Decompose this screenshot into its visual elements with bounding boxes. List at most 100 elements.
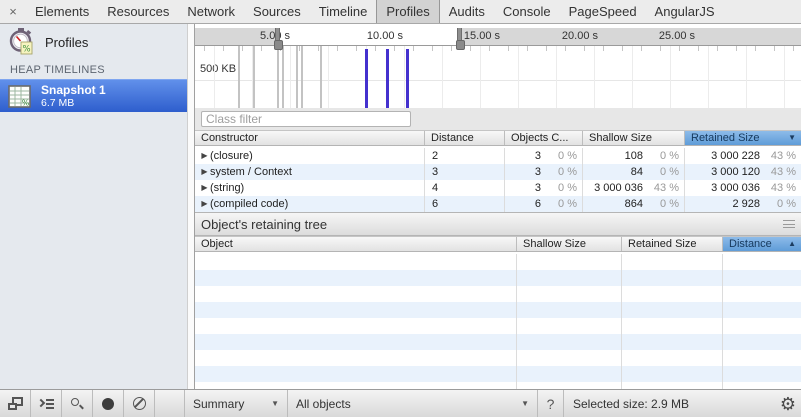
ruler-label-20s: 20.00 s xyxy=(546,30,598,42)
selected-size-status: Selected size: 2.9 MB xyxy=(564,390,801,417)
retaining-tree-empty-row xyxy=(195,302,801,318)
sidebar-item-snapshot-1[interactable]: % Snapshot 1 6.7 MB xyxy=(0,79,187,112)
tab-audits[interactable]: Audits xyxy=(440,0,494,23)
ruler-minor-tick xyxy=(622,46,623,51)
column-header-constructor[interactable]: Constructor xyxy=(195,131,425,145)
ruler-minor-tick xyxy=(679,46,680,51)
record-heap-snapshot-button[interactable] xyxy=(93,390,124,417)
retaining-tree-body xyxy=(195,254,801,389)
tab-console[interactable]: Console xyxy=(494,0,560,23)
sidebar-item-profiles[interactable]: % Profiles xyxy=(0,26,186,58)
allocation-bar-collected xyxy=(320,46,322,108)
tab-resources[interactable]: Resources xyxy=(98,0,178,23)
retaining-tree-section-bar[interactable]: Object's retaining tree xyxy=(195,212,801,236)
tab-network[interactable]: Network xyxy=(178,0,244,23)
ruler-minor-tick xyxy=(698,46,699,51)
tab-pagespeed[interactable]: PageSpeed xyxy=(560,0,646,23)
chart-gridline-vertical xyxy=(442,46,443,108)
tab-elements[interactable]: Elements xyxy=(26,0,98,23)
retaining-tree-empty-row xyxy=(195,270,801,286)
allocation-bar-collected xyxy=(296,46,298,108)
dock-icon xyxy=(8,397,23,410)
tab-sources[interactable]: Sources xyxy=(244,0,310,23)
svg-text:%: % xyxy=(22,98,30,107)
console-drawer-icon xyxy=(38,398,54,410)
expand-arrow-icon[interactable] xyxy=(199,164,210,180)
constructor-table-header: Constructor Distance Objects C... Shallo… xyxy=(195,130,801,146)
ruler-minor-tick xyxy=(584,46,585,51)
selection-handle-left[interactable] xyxy=(275,28,280,45)
ruler-minor-tick xyxy=(546,46,547,51)
class-filter-input[interactable] xyxy=(201,111,411,127)
expand-arrow-icon[interactable] xyxy=(199,180,210,196)
profiles-sidebar: % Profiles HEAP TIMELINES % Snapshot 1 xyxy=(0,24,195,389)
gear-icon[interactable]: ⚙ xyxy=(780,393,796,415)
tab-timeline[interactable]: Timeline xyxy=(310,0,377,23)
selection-handle-right[interactable] xyxy=(457,28,462,45)
column-header-shallow-size[interactable]: Shallow Size xyxy=(583,131,685,145)
statusbar: Summary ▼ All objects ▼ ? Selected size:… xyxy=(0,389,801,417)
clear-profiles-button[interactable] xyxy=(124,390,155,417)
ruler-minor-tick xyxy=(793,46,794,51)
ruler-minor-tick xyxy=(318,46,319,51)
allocation-bar-collected xyxy=(238,46,240,108)
ruler-label-25s: 25.00 s xyxy=(643,30,695,42)
selection-handle-left-knob[interactable] xyxy=(274,40,283,50)
table-row-system-context[interactable]: system / Context 3 30 % 840 % 3 000 1204… xyxy=(195,164,801,180)
retaining-tree-empty-row xyxy=(195,334,801,350)
close-icon[interactable]: × xyxy=(0,0,26,23)
table-row-string[interactable]: (string) 4 30 % 3 000 03643 % 3 000 0364… xyxy=(195,180,801,196)
dock-button[interactable] xyxy=(0,390,31,417)
chart-gridline-vertical xyxy=(708,46,709,108)
help-button[interactable]: ? xyxy=(538,390,564,417)
ruler-minor-tick xyxy=(470,46,471,51)
expand-arrow-icon[interactable] xyxy=(199,196,210,212)
ruler-minor-tick xyxy=(641,46,642,51)
column-header-rt-shallow-size[interactable]: Shallow Size xyxy=(517,237,622,251)
sort-asc-icon: ▲ xyxy=(788,237,796,251)
ruler-minor-tick xyxy=(774,46,775,51)
column-header-retained-size[interactable]: Retained Size ▼ xyxy=(685,131,801,145)
column-header-rt-retained-size[interactable]: Retained Size xyxy=(622,237,723,251)
column-header-rt-distance[interactable]: Distance ▲ xyxy=(723,237,801,251)
chart-gridline-vertical xyxy=(632,46,633,108)
main-content: % Profiles HEAP TIMELINES % Snapshot 1 xyxy=(0,24,801,389)
ruler-minor-tick xyxy=(223,46,224,51)
column-header-object[interactable]: Object xyxy=(195,237,517,251)
ruler-minor-tick xyxy=(717,46,718,51)
y-axis-label: 500 KB xyxy=(198,63,238,75)
table-row-closure[interactable]: (closure) 2 30 % 1080 % 3 000 22843 % xyxy=(195,148,801,164)
tab-angularjs[interactable]: AngularJS xyxy=(646,0,724,23)
allocation-bar-live xyxy=(386,49,389,108)
chart-gridline-vertical xyxy=(214,46,215,108)
search-icon xyxy=(70,397,84,411)
allocation-bar-collected xyxy=(277,46,279,108)
snapshot-icon: % xyxy=(8,85,31,108)
ruler-minor-tick xyxy=(204,46,205,51)
console-drawer-button[interactable] xyxy=(31,390,62,417)
snapshot-title: Snapshot 1 xyxy=(41,83,106,97)
timeline-chart[interactable]: 500 KB xyxy=(195,46,801,108)
svg-text:%: % xyxy=(22,45,30,55)
ruler-label-10s: 10.00 s xyxy=(351,30,403,42)
retaining-tree-empty-row xyxy=(195,350,801,366)
tab-profiles[interactable]: Profiles xyxy=(376,0,439,23)
column-header-objects-count[interactable]: Objects C... xyxy=(505,131,583,145)
timeline-ruler[interactable]: 5.00 s 10.00 s 15.00 s 20.00 s 25.00 s xyxy=(195,28,801,46)
expand-arrow-icon[interactable] xyxy=(199,148,210,164)
chart-gridline-vertical xyxy=(746,46,747,108)
column-header-distance[interactable]: Distance xyxy=(425,131,505,145)
ruler-minor-tick xyxy=(299,46,300,51)
objects-filter-select[interactable]: All objects ▼ xyxy=(288,390,538,417)
search-button[interactable] xyxy=(62,390,93,417)
chart-gridline-vertical xyxy=(404,46,405,108)
section-grip-icon[interactable] xyxy=(783,220,795,228)
sidebar-scrollbar[interactable] xyxy=(187,24,194,389)
chart-gridline-vertical xyxy=(670,46,671,108)
ruler-minor-tick xyxy=(736,46,737,51)
view-mode-select[interactable]: Summary ▼ xyxy=(185,390,288,417)
ruler-minor-tick xyxy=(375,46,376,51)
selection-handle-right-knob[interactable] xyxy=(456,40,465,50)
table-row-compiled-code[interactable]: (compiled code) 6 60 % 8640 % 2 9280 % xyxy=(195,196,801,212)
ruler-minor-tick xyxy=(242,46,243,51)
